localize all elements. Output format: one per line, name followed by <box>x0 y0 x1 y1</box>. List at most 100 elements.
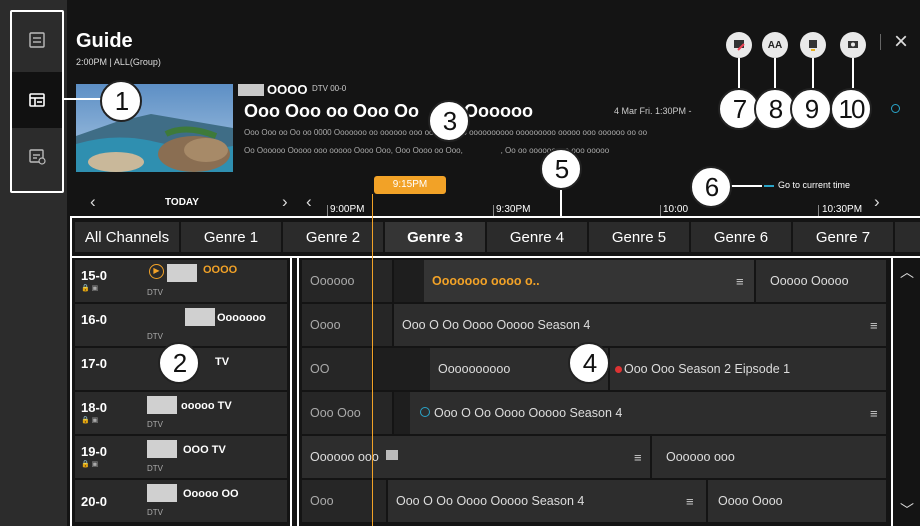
list-icon <box>29 32 45 48</box>
menu-icon[interactable]: ≡ <box>736 274 744 289</box>
program-cell[interactable]: Oooooo ooo <box>652 436 888 478</box>
text-size-button[interactable]: AA <box>762 32 788 58</box>
time-label: 10:00 <box>663 204 689 215</box>
program-cell-selected[interactable]: Ooooooo oooo o.. <box>424 260 756 302</box>
tab-genre-7[interactable]: Genre 7 <box>793 222 893 252</box>
menu-icon[interactable]: ≡ <box>870 406 878 421</box>
program-cell[interactable]: Oooooo ooo <box>302 436 652 478</box>
menu-icon[interactable]: ≡ <box>870 318 878 333</box>
program-cell[interactable]: Oooo <box>302 304 394 346</box>
scroll-down-icon[interactable]: ﹀ <box>900 500 914 520</box>
program-cell[interactable]: Ooo Ooo Season 2 Eipsode 1 <box>610 348 888 390</box>
sidebar-item-schedule[interactable] <box>12 128 62 184</box>
channel-number: 18-0 <box>81 400 108 415</box>
tab-genre-1[interactable]: Genre 1 <box>181 222 281 252</box>
callout-9: 9 <box>790 88 832 130</box>
sidebar-item-guide[interactable] <box>12 72 62 128</box>
reminder-icon <box>420 407 430 417</box>
callout-5: 5 <box>540 148 582 190</box>
lock-icon: 🔒 ▣ <box>81 285 99 292</box>
tab-genre-2[interactable]: Genre 2 <box>283 222 383 252</box>
program-row: Ooo Ooo Ooo O Oo Oooo Ooooo Season 4 ≡ <box>302 392 888 434</box>
tab-genre-5[interactable]: Genre 5 <box>589 222 689 252</box>
program-row: Oooo Ooo O Oo Oooo Ooooo Season 4 ≡ <box>302 304 888 346</box>
tab-more[interactable] <box>895 222 920 252</box>
channel-dtv: DTV <box>147 288 163 297</box>
go-current-time-link[interactable]: Go to current time <box>778 180 850 190</box>
program-cell[interactable]: Ooo O Oo Oooo Ooooo Season 4 <box>394 304 888 346</box>
program-cell[interactable]: Oooooo <box>302 260 394 302</box>
reminder-icon <box>891 104 900 113</box>
menu-icon[interactable]: ≡ <box>686 494 694 509</box>
sidebar-item-list[interactable] <box>12 12 62 68</box>
channel-dtv: DTV <box>147 420 163 429</box>
edit-button[interactable] <box>726 32 752 58</box>
time-label: 9:00PM <box>330 204 365 215</box>
program-cell[interactable]: OO <box>302 348 374 390</box>
preview-program-title: Ooo Ooo oo Ooo Oo Oooooo <box>244 101 533 121</box>
next-time-icon[interactable]: › <box>874 192 880 212</box>
callout-6: 6 <box>690 166 732 208</box>
program-gap <box>374 348 430 390</box>
callout-1-line <box>64 98 102 100</box>
channel-row[interactable]: 20-0 Ooooo OO DTV <box>75 480 287 522</box>
prev-day-icon[interactable]: ‹ <box>90 192 96 212</box>
schedule-icon <box>29 149 46 165</box>
program-cell[interactable]: Ooo Ooo <box>302 392 394 434</box>
program-gap <box>394 392 410 434</box>
time-tick <box>493 205 494 216</box>
channel-row[interactable]: 15-0 🔒 ▣ ▶ OOOO DTV <box>75 260 287 302</box>
play-icon: ▶ <box>149 264 164 279</box>
program-row: Oooooo ooo ≡ Oooooo ooo <box>302 436 888 478</box>
program-cell[interactable]: Oooo Oooo <box>708 480 888 522</box>
callout-10: 10 <box>830 88 872 130</box>
program-cell[interactable]: Ooo O Oo Oooo Ooooo Season 4 <box>388 480 708 522</box>
time-tick <box>327 205 328 216</box>
channel-number: 19-0 <box>81 444 108 459</box>
time-label: 9:30PM <box>496 204 531 215</box>
record-schedule-button[interactable] <box>840 32 866 58</box>
tab-genre-3[interactable]: Genre 3 <box>385 222 485 252</box>
recording-button[interactable] <box>800 32 826 58</box>
channel-row[interactable]: 18-0 🔒 ▣ ooooo TV DTV <box>75 392 287 434</box>
channel-row[interactable]: 16-0 Ooooooo DTV <box>75 304 287 346</box>
guide-subtitle: 2:00PM | ALL(Group) <box>76 57 161 67</box>
text-size-icon: AA <box>767 39 783 51</box>
record-schedule-icon <box>848 41 858 48</box>
program-row: Ooo Ooo O Oo Oooo Ooooo Season 4 ≡ Oooo … <box>302 480 888 522</box>
program-cell[interactable]: Ooooo Ooooo <box>758 260 888 302</box>
current-time-marker <box>764 185 774 187</box>
tab-genre-4[interactable]: Genre 4 <box>487 222 587 252</box>
time-tick <box>660 205 661 216</box>
close-icon[interactable]: × <box>894 28 908 56</box>
channel-logo <box>147 484 177 502</box>
lock-icon: 🔒 ▣ <box>81 461 99 468</box>
edit-note-icon <box>386 450 398 460</box>
channel-number: 20-0 <box>81 494 108 509</box>
program-cell[interactable]: Ooo O Oo Oooo Ooooo Season 4 <box>410 392 888 434</box>
prev-time-icon[interactable]: ‹ <box>306 192 312 212</box>
tab-all-channels[interactable]: All Channels <box>75 222 179 252</box>
scroll-up-icon[interactable]: ︿ <box>900 262 914 282</box>
program-gap <box>394 260 424 302</box>
current-time-line <box>372 194 373 526</box>
callout-3: 3 <box>428 100 470 142</box>
callout-8-line <box>774 58 776 88</box>
channel-row[interactable]: 19-0 🔒 ▣ OOO TV DTV <box>75 436 287 478</box>
tab-genre-6[interactable]: Genre 6 <box>691 222 791 252</box>
next-day-icon[interactable]: › <box>282 192 288 212</box>
channel-logo <box>167 264 197 282</box>
today-label: TODAY <box>165 197 199 208</box>
menu-icon[interactable]: ≡ <box>634 450 642 465</box>
program-cell[interactable]: Ooo <box>302 480 388 522</box>
guide-icon <box>29 93 45 107</box>
channel-logo <box>147 396 177 414</box>
preview-description-1: Ooo Ooo oo Oo oo 0000 Ooooooo oo oooooo … <box>244 128 648 137</box>
channel-name: Ooooooo <box>217 312 266 324</box>
time-tick <box>818 205 819 216</box>
preview-channel-badge: DTV 00-0 <box>312 84 347 93</box>
callout-4: 4 <box>568 342 610 384</box>
edit-icon <box>734 40 745 51</box>
channel-logo <box>185 308 215 326</box>
callout-7-line <box>738 58 740 88</box>
